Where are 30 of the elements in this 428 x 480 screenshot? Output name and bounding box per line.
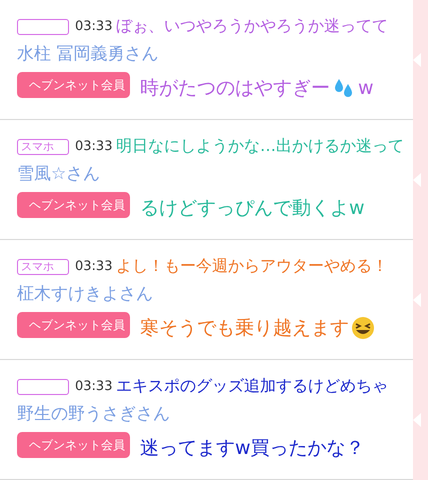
post-time: 03:33: [75, 258, 112, 276]
handwritten-caption: よし！もー今週からアウターやめる！: [116, 255, 388, 277]
handwritten-caption: ぼぉ、いつやろうかやろうか迷ってて: [116, 15, 388, 37]
notch-icon: [413, 53, 421, 67]
notch-icon: [413, 413, 421, 427]
user-name: 雪風☆さん: [17, 164, 102, 184]
handwritten-caption: 迷ってますw買ったかな？: [140, 436, 365, 460]
handwritten-caption: エキスポのグッズ追加するけどめちゃ: [116, 375, 388, 397]
grinning-face-icon: [351, 316, 375, 340]
notch-icon: [413, 173, 421, 187]
member-button[interactable]: ヘブンネット会員: [17, 72, 130, 98]
device-tag: [17, 19, 69, 35]
post-time: 03:33: [75, 378, 112, 396]
handwritten-caption: るけどすっぴんで動くよw: [140, 196, 365, 220]
handwritten-caption: w: [358, 76, 374, 100]
user-name: 柾木すけきよさん: [17, 284, 154, 304]
member-button[interactable]: ヘブンネット会員: [17, 192, 130, 218]
handwritten-caption: 明日なにしようかな…出かけるか迷って: [116, 135, 404, 157]
device-tag: [17, 379, 69, 395]
post-time: 03:33: [75, 138, 112, 156]
user-name: 野生の野うさぎさん: [17, 404, 171, 424]
handwritten-caption: 時がたつのはやすぎー: [140, 76, 330, 100]
device-tag: スマホ: [17, 139, 69, 155]
handwritten-caption: 寒そうでも乗り越えます: [140, 316, 349, 340]
user-name: 水柱 冨岡義勇さん: [17, 44, 160, 64]
member-button[interactable]: ヘブンネット会員: [17, 432, 130, 458]
member-button[interactable]: ヘブンネット会員: [17, 312, 130, 338]
notch-icon: [413, 293, 421, 307]
post-time: 03:33: [75, 18, 112, 36]
device-tag: スマホ: [17, 259, 69, 275]
